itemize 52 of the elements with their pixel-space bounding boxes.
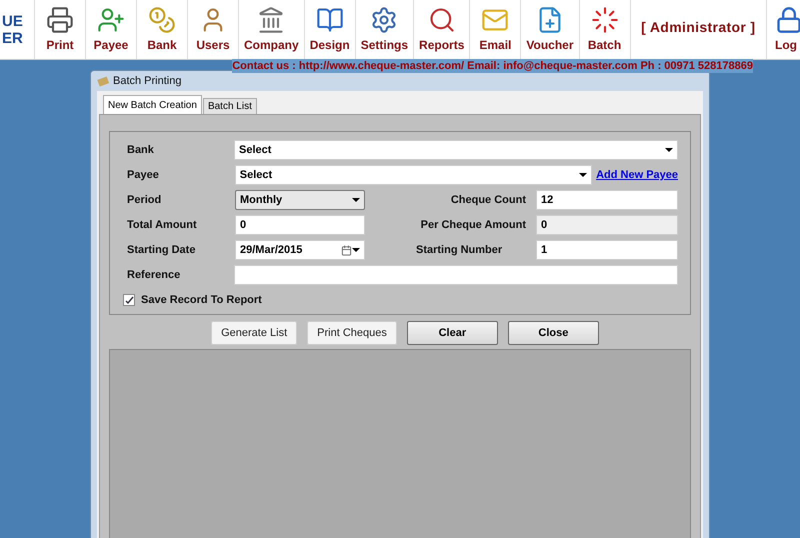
dropdown-caret-icon [579, 173, 588, 177]
bank-dropdown[interactable]: Select [234, 140, 678, 160]
toolbar-button[interactable]: Payee [86, 0, 136, 59]
field-label: Save Record To Report [141, 292, 262, 308]
text-field[interactable]: 1 [536, 240, 678, 260]
text-field[interactable] [234, 265, 678, 285]
logo: UE ER [1, 12, 24, 48]
print-icon [46, 6, 74, 34]
field-label: Per Cheque Amount [420, 218, 526, 233]
settings-icon [370, 6, 398, 34]
contact-info: Contact us : http://www.cheque-master.com/ Email: info@cheque-master.com Ph : 00971 528178869 [232, 59, 753, 73]
add-payee-link[interactable]: Add New Payee [596, 166, 678, 184]
toolbar-button[interactable]: Bank [137, 0, 187, 59]
user-role: [ Administrator ] [641, 18, 756, 37]
tab[interactable]: Batch List [202, 98, 257, 114]
action-button[interactable]: Close [508, 321, 599, 345]
field-label: Starting Date [127, 242, 196, 258]
date-picker[interactable]: 29/Mar/2015 [235, 240, 365, 260]
dropdown-caret-icon [352, 248, 360, 252]
action-button[interactable]: Print Cheques [307, 321, 397, 345]
toolbar-button[interactable]: Email [470, 0, 520, 59]
action-button[interactable]: Generate List [211, 321, 298, 345]
toolbar-button[interactable]: Batch [580, 0, 630, 59]
field-label: Bank [127, 142, 155, 158]
toolbar-button[interactable]: Company [239, 0, 304, 59]
checkbox[interactable] [123, 294, 135, 306]
field-label: Payee [127, 168, 160, 183]
period-dropdown[interactable]: Monthly [235, 190, 365, 210]
toolbar-button[interactable]: Reports [414, 0, 470, 59]
tab[interactable]: New Batch Creation [103, 95, 202, 114]
field-label: Cheque Count [450, 192, 526, 208]
window-title: Batch Printing [113, 74, 182, 89]
field-label: Total Amount [127, 218, 198, 233]
toolbar-button[interactable]: Voucher [521, 0, 579, 59]
lock-icon [775, 6, 800, 34]
logout-button[interactable]: Log [767, 0, 800, 59]
toolbar-button[interactable]: Design [304, 0, 355, 59]
field-label: Period [127, 192, 162, 208]
checkmark-icon [124, 296, 134, 304]
dropdown-caret-icon [665, 148, 673, 152]
cheque-icon [97, 75, 109, 87]
field-label: Starting Number [416, 242, 504, 258]
toolbar-button[interactable]: Users [188, 0, 238, 59]
action-button[interactable]: Clear [406, 321, 498, 345]
toolbar-button[interactable]: Print [35, 0, 85, 59]
calendar-icon [341, 244, 352, 256]
field-label: Reference [127, 268, 182, 283]
text-field[interactable]: 0 [235, 215, 365, 235]
toolbar-button[interactable]: Settings [356, 0, 414, 59]
payee-dropdown[interactable]: Select [234, 165, 592, 185]
dropdown-caret-icon [352, 198, 360, 202]
text-field[interactable]: 12 [536, 190, 678, 210]
